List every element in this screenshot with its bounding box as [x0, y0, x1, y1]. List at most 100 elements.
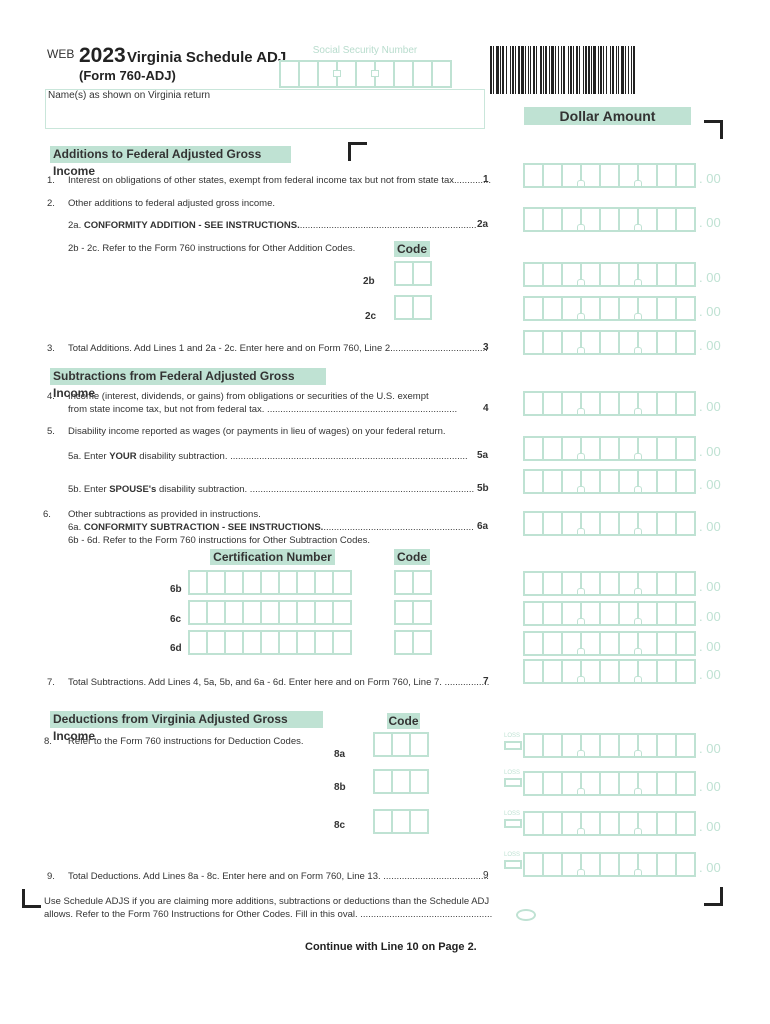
line6bd-text: 6b - 6d. Refer to the Form 760 instructi…	[68, 535, 371, 546]
line8c-amount-field[interactable]: . 00	[523, 811, 721, 836]
line2a-text: 2a. CONFORMITY ADDITION - SEE INSTRUCTIO…	[68, 220, 477, 231]
line-number: 2.	[47, 198, 55, 209]
line8b-loss-checkbox[interactable]	[504, 778, 522, 787]
line8a-loss-checkbox[interactable]	[504, 741, 522, 750]
line2b-code-field[interactable]	[394, 261, 432, 286]
adjs-text-1: Use Schedule ADJS if you are claiming mo…	[44, 896, 490, 907]
line-number: 3.	[47, 343, 55, 354]
loss-label: LOSS	[504, 733, 521, 739]
line5a-ref: 5a	[477, 450, 489, 461]
form-title: Virginia Schedule ADJ	[127, 49, 287, 66]
code-header: Code	[387, 713, 420, 729]
barcode	[490, 46, 722, 94]
line8a-amount-field[interactable]: . 00	[523, 733, 721, 758]
line5a-amount-field[interactable]: . 00	[523, 436, 721, 461]
adjs-oval[interactable]	[516, 909, 536, 921]
line6c-ref: 6c	[170, 614, 182, 625]
cents-label: . 00	[699, 304, 721, 319]
line9-amount-field[interactable]: . 00	[523, 852, 721, 877]
line-number: 7.	[47, 677, 55, 688]
line2a-amount-field[interactable]: . 00	[523, 207, 721, 232]
cents-label: . 00	[699, 338, 721, 353]
tax-year: 2023	[79, 44, 126, 67]
line8c-code-field[interactable]	[373, 809, 429, 834]
line4-text-1: Income (interest, dividends, or gains) f…	[68, 391, 429, 402]
line8a-ref: 8a	[334, 749, 346, 760]
line4-amount-field[interactable]: . 00	[523, 391, 721, 416]
form-number: (Form 760-ADJ)	[79, 68, 176, 83]
line7-ref: 7	[483, 676, 489, 687]
line2b-amount-field[interactable]: . 00	[523, 262, 721, 287]
cents-label: . 00	[699, 477, 721, 492]
continue-note: Continue with Line 10 on Page 2.	[305, 941, 477, 953]
line9-loss-checkbox[interactable]	[504, 860, 522, 869]
web-label: WEB	[47, 47, 75, 61]
cents-label: . 00	[699, 667, 721, 682]
line8-text: Refer to the Form 760 instructions for D…	[68, 736, 304, 747]
deductions-header: Deductions from Virginia Adjusted Gross …	[50, 711, 323, 743]
line2b-ref: 2b	[363, 276, 375, 287]
ssn-field[interactable]	[279, 60, 452, 88]
corner-mark	[704, 887, 723, 906]
cents-label: . 00	[699, 860, 721, 875]
corner-mark	[22, 889, 41, 908]
line6b-certification-field[interactable]	[188, 570, 352, 595]
name-label: Name(s) as shown on Virginia return	[48, 90, 211, 101]
line6b-amount-field[interactable]: . 00	[523, 571, 721, 596]
line6-text: Other subtractions as provided in instru…	[68, 509, 261, 520]
line4-ref: 4	[483, 403, 489, 414]
line2c-ref: 2c	[365, 311, 377, 322]
line5b-amount-field[interactable]: . 00	[523, 469, 721, 494]
ssn-label: Social Security Number	[312, 45, 418, 56]
line6c-certification-field[interactable]	[188, 600, 352, 625]
cents-label: . 00	[699, 779, 721, 794]
line3-ref: 3	[483, 342, 489, 353]
loss-label: LOSS	[504, 811, 521, 817]
line2-text: Other additions to federal adjusted gros…	[68, 198, 276, 209]
code-header: Code	[394, 549, 430, 565]
line-number: 9.	[47, 871, 55, 882]
line-number: 1.	[47, 175, 55, 186]
line-number: 5.	[47, 426, 55, 437]
line6c-code-field[interactable]	[394, 600, 432, 625]
line5a-text: 5a. Enter YOUR disability subtraction. .…	[68, 451, 468, 462]
cents-label: . 00	[699, 270, 721, 285]
loss-label: LOSS	[504, 852, 521, 858]
line9-ref: 9	[483, 870, 489, 881]
line1-text: Interest on obligations of other states,…	[68, 175, 491, 186]
code-header: Code	[394, 241, 430, 257]
line6d-ref: 6d	[170, 643, 182, 654]
cents-label: . 00	[699, 399, 721, 414]
corner-mark	[348, 142, 367, 161]
line8a-code-field[interactable]	[373, 732, 429, 757]
line8b-amount-field[interactable]: . 00	[523, 771, 721, 796]
cents-label: . 00	[699, 819, 721, 834]
line5b-text: 5b. Enter SPOUSE's disability subtractio…	[68, 484, 475, 495]
adjs-text-2: allows. Refer to the Form 760 Instructio…	[44, 909, 493, 920]
line3-text: Total Additions. Add Lines 1 and 2a - 2c…	[68, 343, 488, 354]
cents-label: . 00	[699, 215, 721, 230]
line6b-code-field[interactable]	[394, 570, 432, 595]
line6a-amount-field[interactable]: . 00	[523, 511, 721, 536]
line6b-ref: 6b	[170, 584, 182, 595]
line6d-code-field[interactable]	[394, 630, 432, 655]
line3-amount-field[interactable]: . 00	[523, 330, 721, 355]
line1-amount-field[interactable]: . 00	[523, 163, 721, 188]
line2c-amount-field[interactable]: . 00	[523, 296, 721, 321]
line2c-code-field[interactable]	[394, 295, 432, 320]
line6c-amount-field[interactable]: . 00	[523, 601, 721, 626]
line6a-text: 6a. CONFORMITY SUBTRACTION - SEE INSTRUC…	[68, 522, 474, 533]
line8b-code-field[interactable]	[373, 769, 429, 794]
barcode-bar	[633, 46, 635, 94]
line5b-ref: 5b	[477, 483, 489, 494]
line8c-loss-checkbox[interactable]	[504, 819, 522, 828]
cents-label: . 00	[699, 579, 721, 594]
loss-label: LOSS	[504, 770, 521, 776]
cents-label: . 00	[699, 171, 721, 186]
line6d-certification-field[interactable]	[188, 630, 352, 655]
line7-text: Total Subtractions. Add Lines 4, 5a, 5b,…	[68, 677, 490, 688]
additions-header: Additions to Federal Adjusted Gross Inco…	[50, 146, 291, 178]
certification-number-header: Certification Number	[210, 549, 335, 565]
line7-amount-field[interactable]: . 00	[523, 659, 721, 684]
line6d-amount-field[interactable]: . 00	[523, 631, 721, 656]
